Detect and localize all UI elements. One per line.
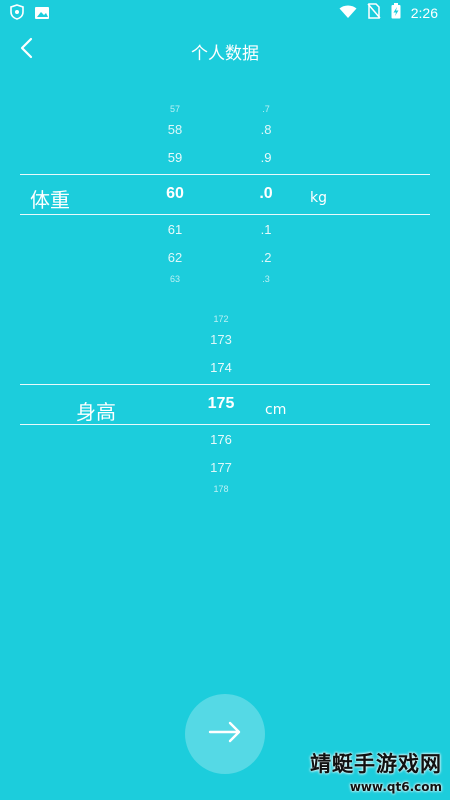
wheel-item: .2 <box>260 250 272 265</box>
weight-divider-bottom <box>20 214 430 215</box>
wheel-item: 178 <box>213 484 229 494</box>
status-bar: 2:26 <box>0 0 450 24</box>
wheel-item: .7 <box>262 104 270 114</box>
weight-label: 体重 <box>30 188 70 212</box>
wheel-item: 172 <box>213 314 229 324</box>
weight-integer-wheel[interactable]: 57 58 59 60 61 62 63 <box>155 102 195 286</box>
wheel-item: 57 <box>169 104 180 114</box>
watermark-title: 靖蜓手游戏网 <box>310 752 442 776</box>
shield-icon <box>10 4 24 24</box>
wheel-item: 177 <box>210 460 232 475</box>
watermark-url: www.qt6.com <box>349 780 442 794</box>
weight-divider-top <box>20 174 430 175</box>
wheel-item: 173 <box>210 332 232 347</box>
arrow-right-icon <box>208 721 242 747</box>
wheel-item: 61 <box>167 222 183 237</box>
page-title: 个人数据 <box>191 44 259 64</box>
height-label: 身高 <box>76 400 116 424</box>
wifi-icon <box>339 4 357 23</box>
top-bar: 个人数据 <box>0 28 450 72</box>
wheel-item: 62 <box>167 250 183 265</box>
wheel-item: 63 <box>169 274 180 284</box>
image-icon <box>34 5 50 24</box>
height-wheel[interactable]: 172 173 174 175 176 177 178 <box>200 312 242 496</box>
wheel-item: .8 <box>260 122 272 137</box>
wheel-selected-item: 175 <box>207 395 235 412</box>
wheel-item: .9 <box>260 150 272 165</box>
wheel-item: .1 <box>260 222 272 237</box>
wheel-selected-item: 60 <box>166 185 184 202</box>
status-time: 2:26 <box>410 5 438 21</box>
wheel-item: 176 <box>210 432 232 447</box>
wheel-item: 174 <box>210 360 232 375</box>
weight-picker: 体重 kg 57 58 59 60 61 62 63 .7 .8 .9 .0 .… <box>0 100 450 290</box>
wheel-item: .3 <box>262 274 270 284</box>
height-unit: cm <box>265 402 287 418</box>
watermark: 靖蜓手游戏网 www.qt6.com <box>310 748 442 794</box>
wheel-item: 58 <box>167 122 183 137</box>
next-button[interactable] <box>185 694 265 774</box>
battery-charging-icon <box>391 3 401 23</box>
no-sim-icon <box>367 3 381 23</box>
wheel-selected-item: .0 <box>259 185 273 202</box>
weight-unit: kg <box>310 190 327 206</box>
height-picker: 身高 cm 172 173 174 175 176 177 178 <box>0 310 450 500</box>
wheel-item: 59 <box>167 150 183 165</box>
weight-decimal-wheel[interactable]: .7 .8 .9 .0 .1 .2 .3 <box>246 102 286 286</box>
